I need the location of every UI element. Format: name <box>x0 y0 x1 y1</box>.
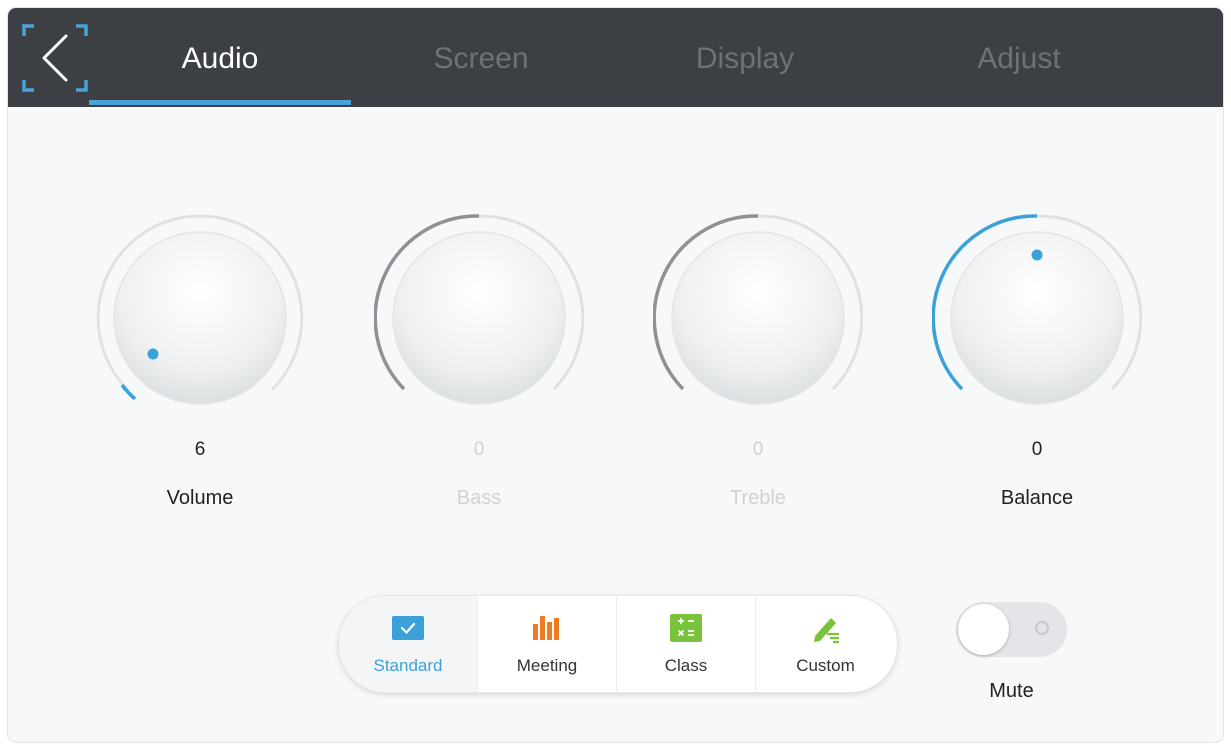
class-icon <box>669 612 703 644</box>
sound-mode-selector: Standard Meeting Class Custom <box>338 595 898 693</box>
mode-meeting-label: Meeting <box>516 656 578 675</box>
volume-control: 6 Volume <box>95 213 305 513</box>
bass-label: Bass <box>456 487 502 509</box>
mode-standard-button[interactable]: Standard <box>339 596 478 692</box>
tab-display[interactable]: Display <box>630 8 860 107</box>
mode-meeting-button[interactable]: Meeting <box>478 596 617 692</box>
tab-audio[interactable]: Audio <box>89 8 351 107</box>
mode-class-button[interactable]: Class <box>617 596 756 692</box>
bass-value: 0 <box>473 439 485 460</box>
tab-header: Audio Screen Display Adjust <box>8 8 1223 107</box>
tab-adjust[interactable]: Adjust <box>908 8 1130 107</box>
mode-custom-label: Custom <box>796 656 855 675</box>
toggle-off-icon <box>1035 621 1049 635</box>
treble-label: Treble <box>730 487 786 509</box>
treble-control: 0 Treble <box>653 213 863 513</box>
balance-knob[interactable] <box>932 213 1142 423</box>
volume-label: Volume <box>166 487 234 509</box>
mute-toggle[interactable] <box>956 602 1067 657</box>
custom-icon <box>809 612 843 644</box>
bass-control: 0 Bass <box>374 213 584 513</box>
mode-standard-label: Standard <box>373 656 443 675</box>
standard-icon <box>391 612 425 644</box>
balance-label: Balance <box>1000 487 1074 509</box>
chevron-left-icon <box>22 24 88 92</box>
volume-value: 6 <box>194 439 206 460</box>
mute-label: Mute <box>989 680 1034 702</box>
back-button[interactable] <box>20 22 90 94</box>
balance-value: 0 <box>1031 439 1043 460</box>
bass-knob <box>374 214 584 405</box>
tab-screen[interactable]: Screen <box>370 8 592 107</box>
balance-control: 0 Balance <box>932 213 1142 513</box>
audio-settings-window: Audio Screen Display Adjust 6 Volume 0 B… <box>8 8 1223 742</box>
meeting-icon <box>530 612 564 644</box>
treble-value: 0 <box>752 439 764 460</box>
mode-class-label: Class <box>664 656 708 675</box>
treble-knob <box>653 214 863 405</box>
mute-toggle-thumb <box>958 604 1009 655</box>
volume-knob[interactable] <box>95 213 305 423</box>
active-tab-indicator <box>89 100 351 105</box>
mode-custom-button[interactable]: Custom <box>756 596 895 692</box>
